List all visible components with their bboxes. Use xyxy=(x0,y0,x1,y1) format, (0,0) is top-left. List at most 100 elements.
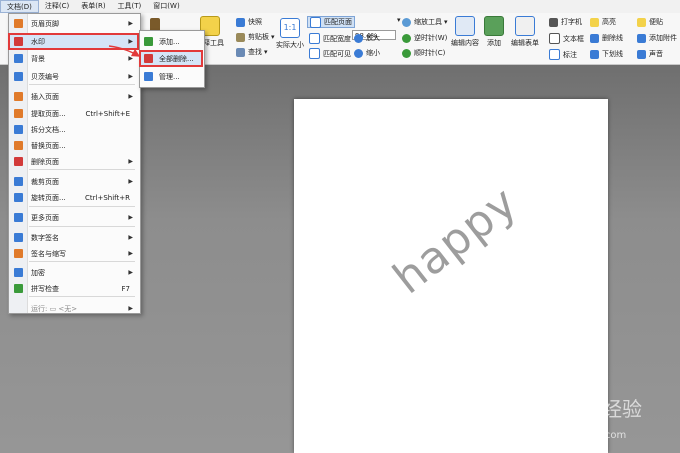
rotate-ccw-button[interactable]: 逆时针(W) xyxy=(402,33,447,43)
highlight-button[interactable]: 高亮 xyxy=(590,17,616,27)
paperclip-icon xyxy=(637,33,646,43)
background-icon xyxy=(14,54,23,63)
menu-item-4[interactable]: 插入页面 ▶ xyxy=(9,89,138,104)
underline-icon xyxy=(590,49,599,59)
menu-item-label: 加密 xyxy=(31,268,45,277)
find-button[interactable]: 查找 ▾ xyxy=(236,47,268,57)
fit-visible-button[interactable]: 匹配可见 xyxy=(309,48,351,59)
submenu-arrow-icon: ▶ xyxy=(128,20,133,27)
annotation-arrow xyxy=(108,45,141,57)
menu-item-16[interactable]: 运行: ▭ <无> ▶ xyxy=(9,301,138,316)
submenu-arrow-icon: ▶ xyxy=(128,214,133,221)
paw-icon xyxy=(578,392,598,412)
submenu-arrow-icon: ▶ xyxy=(128,93,133,100)
menu-bar: 文档(D) 注释(C) 表单(R) 工具(T) 窗口(W) xyxy=(0,0,680,14)
sound-button[interactable]: 声音 xyxy=(637,49,663,59)
menu-item-label: 提取页面... xyxy=(31,109,66,118)
clipboard-icon xyxy=(236,32,245,42)
menu-item-11[interactable]: 更多页面 ▶ xyxy=(9,210,138,225)
menu-form[interactable]: 表单(R) xyxy=(75,0,111,13)
manage-watermark-icon xyxy=(144,72,153,81)
strikeout-icon xyxy=(590,33,599,43)
rotate-ccw-icon xyxy=(402,33,411,43)
fit-width-icon xyxy=(309,33,320,44)
replace-page-icon xyxy=(14,141,23,150)
edit-form-label: 编辑表单 xyxy=(511,39,539,47)
highlight-icon xyxy=(590,17,599,27)
zoom-out-label: 缩小 xyxy=(366,49,380,57)
menu-item-9[interactable]: 裁剪页面 ▶ xyxy=(9,174,138,189)
zoom-dropdown-icon[interactable]: ▾ xyxy=(397,16,401,24)
edit-content-button[interactable]: 编辑内容 xyxy=(451,16,479,48)
callout-button[interactable]: 标注 xyxy=(549,49,577,60)
underline-label: 下划线 xyxy=(602,50,623,58)
rotate-cw-label: 顺时针(C) xyxy=(414,49,446,57)
menu-item-15[interactable]: 拼写检查 F7 xyxy=(9,281,138,296)
menu-item-6[interactable]: 拆分文档... xyxy=(9,122,138,137)
menu-item-label: 签名与缩写 xyxy=(31,249,66,258)
rotate-cw-button[interactable]: 顺时针(C) xyxy=(402,48,445,58)
crop-page-icon xyxy=(14,177,23,186)
menu-item-label: 背景 xyxy=(31,54,45,63)
menu-item-7[interactable]: 替换页面... xyxy=(9,138,138,153)
logo-url: jingyan.baidu.com xyxy=(533,430,626,441)
actual-size-button[interactable]: 1:1 实际大小 xyxy=(276,18,304,50)
menu-window[interactable]: 窗口(W) xyxy=(147,0,185,13)
logo-text: Bai xyxy=(524,397,563,422)
zoom-out-button[interactable]: 缩小 xyxy=(354,48,380,58)
menu-item-0[interactable]: 页眉页脚 ▶ xyxy=(9,16,138,31)
edit-content-icon xyxy=(455,16,475,36)
zoom-in-icon xyxy=(354,33,363,43)
menu-item-label: 裁剪页面 xyxy=(31,177,59,186)
fit-page-label: 匹配页面 xyxy=(324,18,352,26)
menu-item-label: 更多页面 xyxy=(31,213,59,222)
textbox-icon xyxy=(549,33,560,44)
menu-tools[interactable]: 工具(T) xyxy=(112,0,148,13)
menu-item-14[interactable]: 加密 ▶ xyxy=(9,265,138,280)
clipboard-button[interactable]: 剪贴板 ▾ xyxy=(236,32,275,42)
submenu-arrow-icon: ▶ xyxy=(128,269,133,276)
zoom-tool-label: 缩放工具 xyxy=(414,18,442,26)
menu-item-5[interactable]: 提取页面... Ctrl+Shift+E xyxy=(9,106,138,121)
submenu-arrow-icon: ▶ xyxy=(128,305,133,312)
menu-item-label: 删除页面 xyxy=(31,157,59,166)
menu-separator xyxy=(29,169,135,170)
attach-file-label: 添加附件 xyxy=(649,34,677,42)
underline-button[interactable]: 下划线 xyxy=(590,49,623,59)
typewriter-label: 打字机 xyxy=(561,18,582,26)
sticky-note-icon xyxy=(637,17,646,27)
add-button[interactable]: 添加 xyxy=(484,16,504,48)
fit-width-label: 匹配宽度 xyxy=(323,34,351,43)
typewriter-icon xyxy=(549,17,558,27)
menu-item-8[interactable]: 删除页面 ▶ xyxy=(9,154,138,169)
quick-photo-button[interactable]: 快照 xyxy=(236,17,262,27)
submenu-arrow-icon: ▶ xyxy=(128,158,133,165)
actual-size-icon: 1:1 xyxy=(280,18,300,38)
menu-item-label: 替换页面... xyxy=(31,141,66,150)
speaker-icon xyxy=(637,49,646,59)
zoom-tool-button[interactable]: 缩放工具 ▾ xyxy=(402,17,448,27)
menu-item-12[interactable]: 数字签名 ▶ xyxy=(9,230,138,245)
zoom-out-icon xyxy=(354,48,363,58)
textbox-button[interactable]: 文本框 xyxy=(549,33,584,44)
sticky-note-button[interactable]: 便贴 xyxy=(637,17,663,27)
sticky-note-label: 便贴 xyxy=(649,18,663,26)
find-icon xyxy=(236,47,245,57)
edit-form-button[interactable]: 编辑表单 xyxy=(511,16,539,48)
attach-file-button[interactable]: 添加附件 xyxy=(637,33,677,43)
clipboard-label: 剪贴板 xyxy=(248,33,269,41)
strikeout-button[interactable]: 删除线 xyxy=(590,33,623,43)
submenu-arrow-icon: ▶ xyxy=(128,73,133,80)
fit-page-button[interactable]: 匹配页面 xyxy=(307,16,355,28)
typewriter-button[interactable]: 打字机 xyxy=(549,17,582,27)
callout-icon xyxy=(549,49,560,60)
zoom-in-button[interactable]: 放大 xyxy=(354,33,380,43)
menu-item-10[interactable]: 旋转页面... Ctrl+Shift+R xyxy=(9,190,138,205)
menu-document[interactable]: 文档(D) xyxy=(0,0,39,13)
fit-width-button[interactable]: 匹配宽度 xyxy=(309,33,351,44)
menu-item-label: 旋转页面... xyxy=(31,193,66,202)
encrypt-icon xyxy=(14,268,23,277)
strikeout-label: 删除线 xyxy=(602,34,623,42)
menu-comment[interactable]: 注释(C) xyxy=(39,0,75,13)
menu-item-13[interactable]: 签名与缩写 ▶ xyxy=(9,246,138,261)
